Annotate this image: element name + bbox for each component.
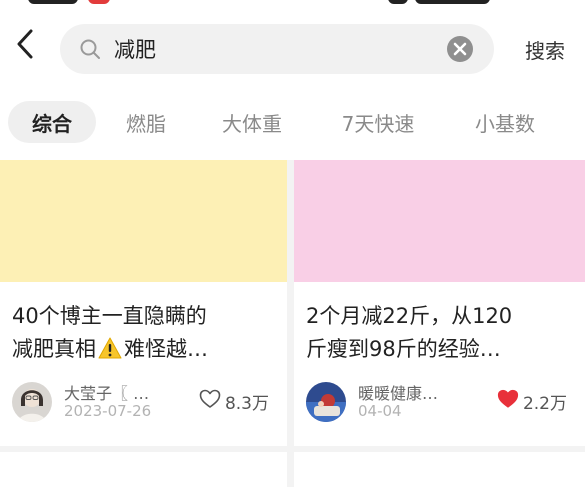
card-title-line: 减肥真相 难怪越… [12,333,277,366]
tab-all[interactable]: 综合 [8,101,96,143]
chevron-left-icon [15,28,35,64]
card-title[interactable]: 40个博主一直隐瞒的 减肥真相 难怪越… [12,300,277,366]
avatar[interactable] [306,382,346,422]
card-cover-image[interactable] [0,160,287,282]
tab-small-base[interactable]: 小基数 [455,101,555,143]
author-name[interactable]: 暖暖健康… [358,380,438,404]
like-count: 2.2万 [522,393,567,414]
status-bar-fragment [415,0,490,4]
clear-icon[interactable] [446,35,474,63]
author-row: 大莹子〖 … 2023-07-26 8.3万 [12,378,275,426]
status-bar-fragment [28,0,78,4]
tab-7-day-quick[interactable]: 7天快速 [322,101,434,143]
card-title-text: 难怪越… [124,337,208,361]
search-header: 减肥 搜索 [0,12,585,88]
author-row: 暖暖健康… 04-04 2.2万 [306,378,573,426]
note-card-partial[interactable] [0,452,287,487]
note-card[interactable]: 40个博主一直隐瞒的 减肥真相 难怪越… 大莹子〖 … 2023-07-26 8… [0,160,287,446]
post-date: 2023-07-26 [64,402,152,420]
back-button[interactable] [8,26,42,66]
status-bar-fragment [88,0,110,4]
tab-fat-burn[interactable]: 燃脂 [110,101,182,143]
avatar[interactable] [12,382,52,422]
search-box[interactable]: 减肥 [60,24,494,74]
card-title[interactable]: 2个月减22斤，从120 斤瘦到98斤的经验… [306,300,575,366]
search-input[interactable]: 减肥 [114,34,446,64]
heart-outline-icon [199,389,225,414]
warning-icon [98,336,122,366]
search-icon [78,37,102,61]
status-bar-fragment [388,0,408,4]
status-bar [0,0,585,12]
note-card-partial[interactable] [294,452,585,487]
heart-filled-icon [497,389,523,414]
card-title-line: 斤瘦到98斤的经验… [306,337,501,361]
like-button[interactable]: 8.3万 [199,389,269,414]
search-results-screen: 减肥 搜索 综合 燃脂 大体重 7天快速 小基数 40个博主一直隐瞒的 减肥真相 [0,0,585,487]
tab-heavy-weight[interactable]: 大体重 [205,101,299,143]
card-title-line: 2个月减22斤，从120 [306,304,513,328]
note-card[interactable]: 2个月减22斤，从120 斤瘦到98斤的经验… 暖暖健康… 04-04 2.2万 [294,160,585,446]
like-count: 8.3万 [224,393,269,414]
card-cover-image[interactable] [294,160,585,282]
card-title-line: 40个博主一直隐瞒的 [12,304,207,328]
like-button[interactable]: 2.2万 [497,389,567,414]
card-title-text: 减肥真相 [12,337,96,361]
post-date: 04-04 [358,402,402,420]
search-button[interactable]: 搜索 [510,24,580,74]
filter-tabs: 综合 燃脂 大体重 7天快速 小基数 [0,88,585,160]
author-name[interactable]: 大莹子〖 … [64,380,149,404]
